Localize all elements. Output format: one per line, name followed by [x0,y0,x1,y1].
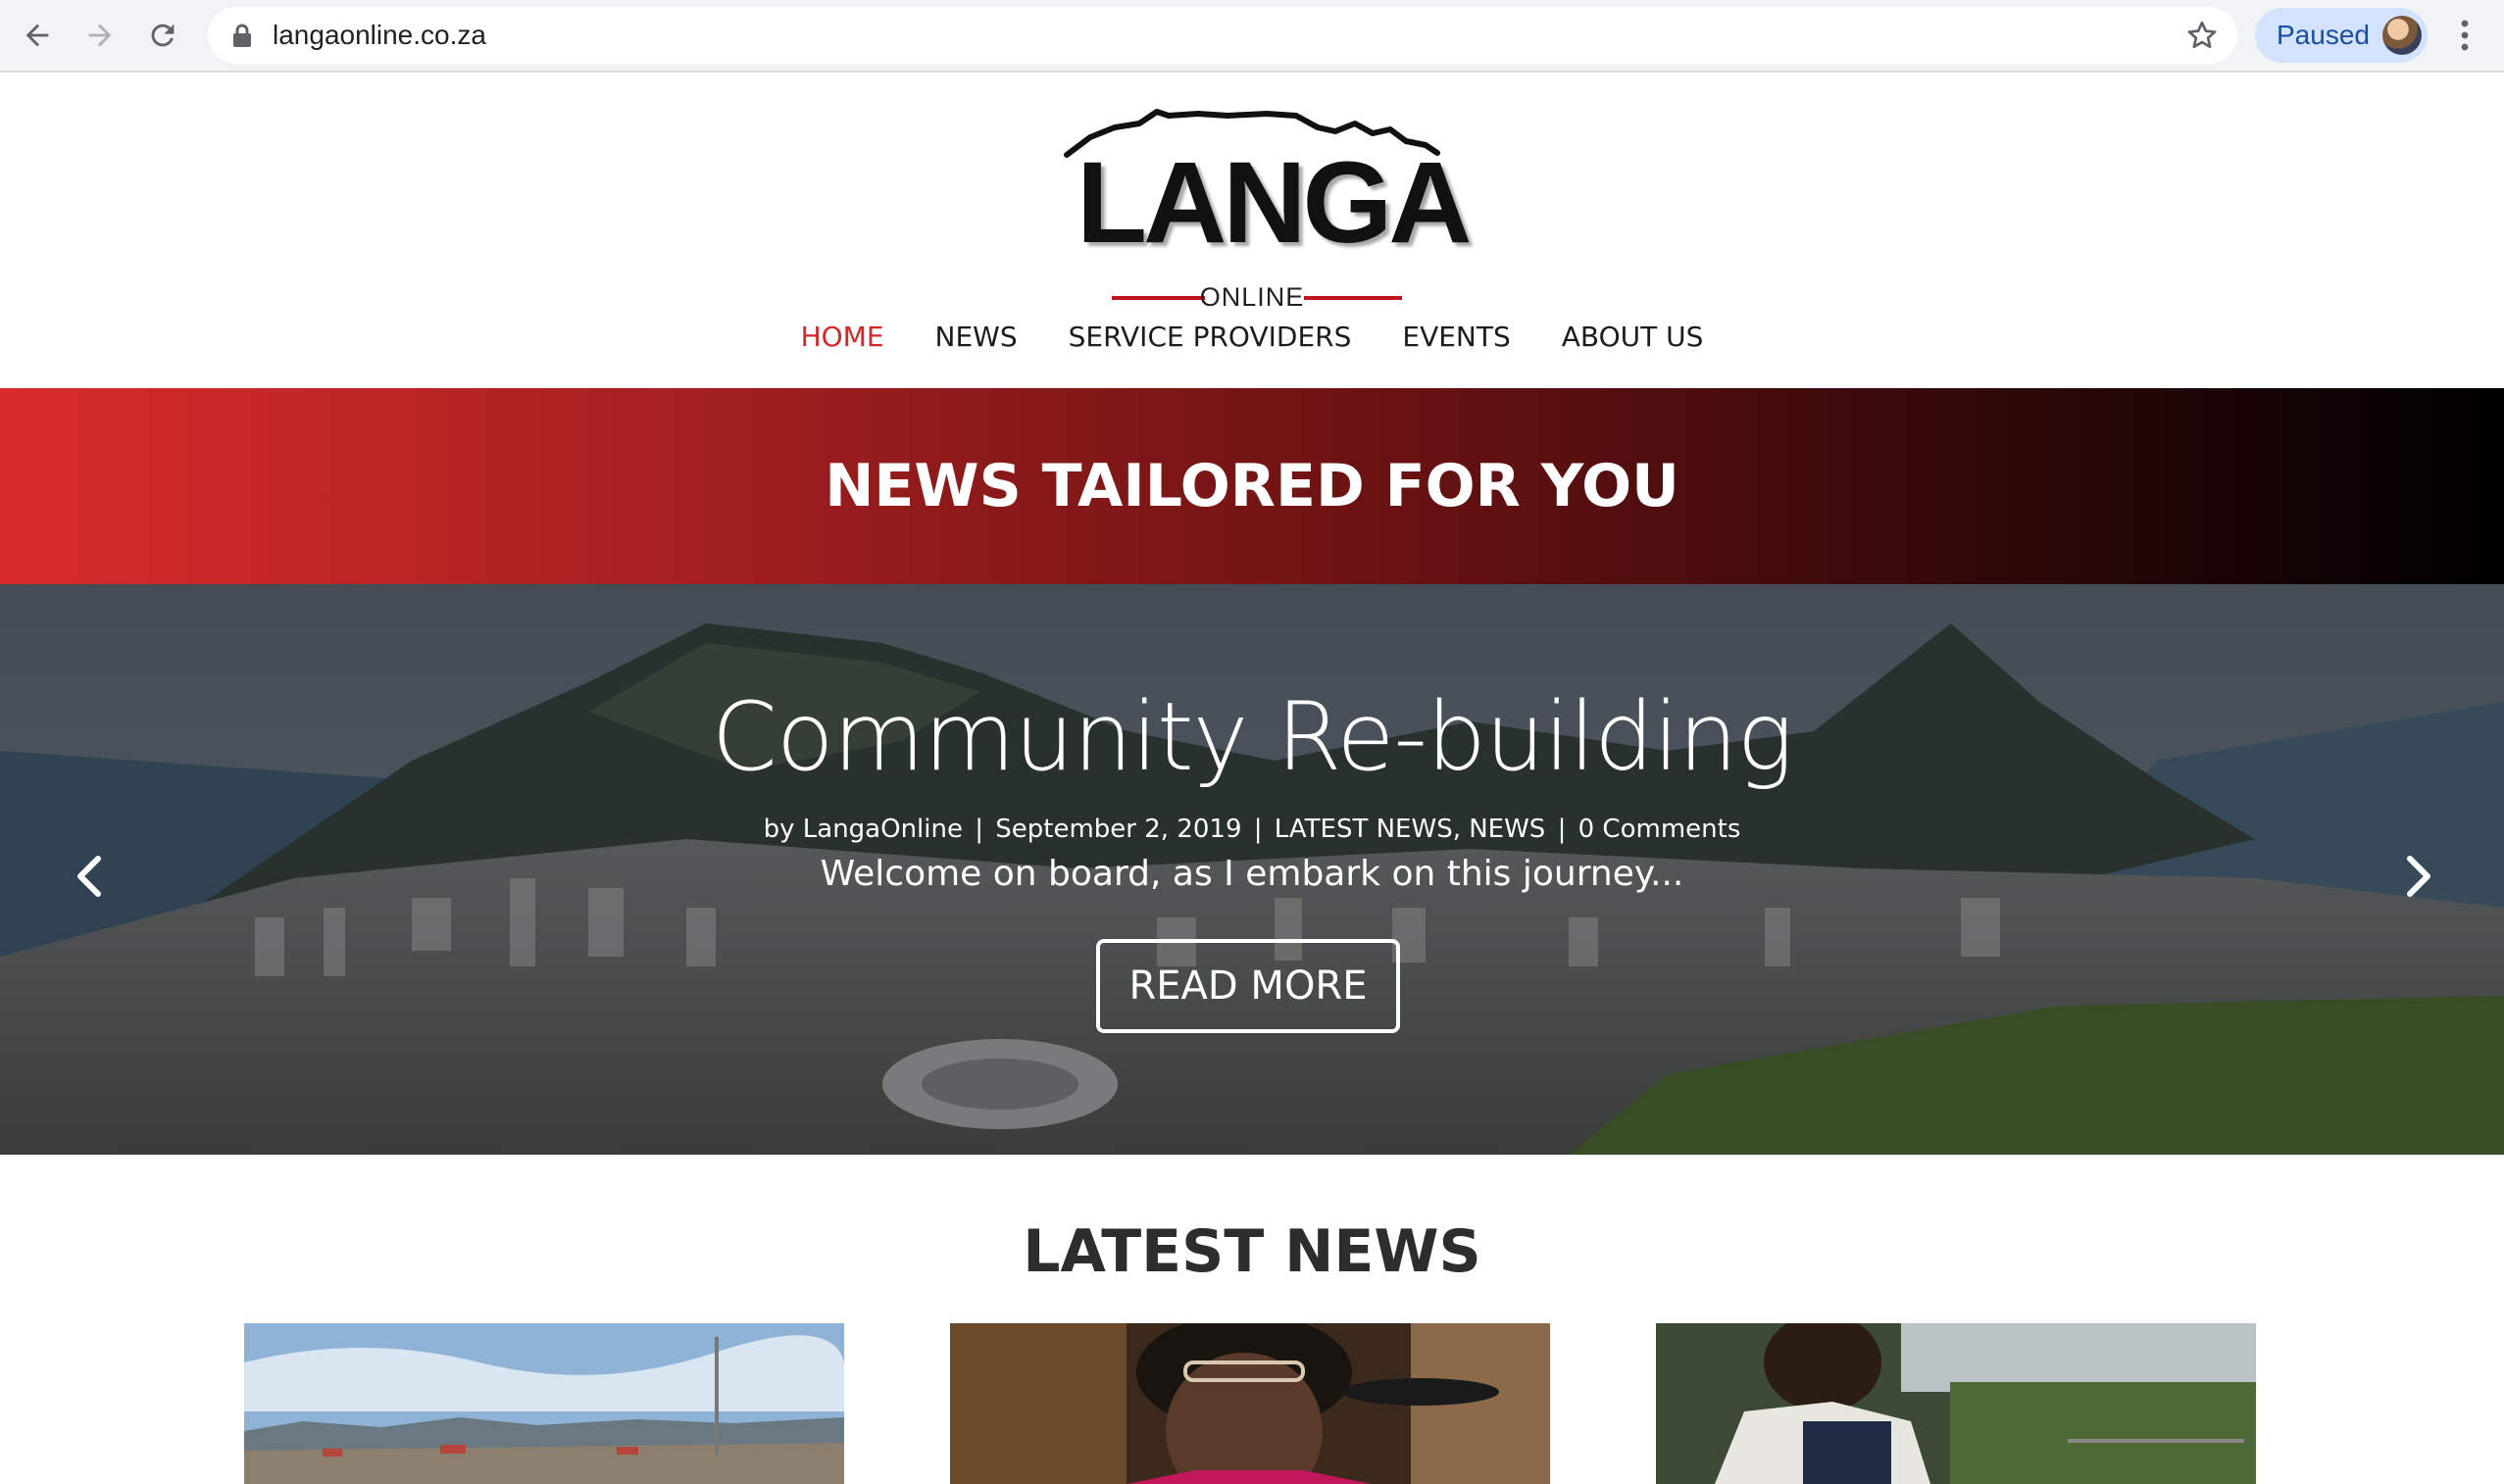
news-card-1[interactable] [244,1323,844,1484]
post-date: September 2, 2019 [995,815,1242,844]
meta-separator: | [1557,815,1567,844]
meta-separator: | [975,815,984,844]
nav-service-providers[interactable]: SERVICE PROVIDERS [1069,308,1352,367]
main-navigation: HOME NEWS SERVICE PROVIDERS EVENTS ABOUT… [0,308,2504,367]
address-bar[interactable]: langaonline.co.za [208,7,2237,64]
banner-title: NEWS TAILORED FOR YOU [825,452,1679,520]
read-more-button[interactable]: READ MORE [1096,939,1400,1033]
logo-wordmark: LANGA [1077,138,1473,268]
back-button[interactable] [14,12,61,59]
lock-icon [233,24,251,47]
nav-home[interactable]: HOME [801,308,884,367]
reload-icon [151,24,175,47]
back-arrow-icon [25,24,49,47]
post-title[interactable]: Community Re-building [0,678,2504,796]
star-icon[interactable] [2184,18,2220,53]
profile-status-label: Paused [2277,20,2370,50]
nav-news[interactable]: NEWS [935,308,1018,367]
meta-separator: | [1253,815,1263,844]
hero-slider: Community Re-building by LangaOnline | S… [0,584,2504,1155]
browser-toolbar: langaonline.co.za Paused [0,0,2504,73]
news-card-2[interactable] [950,1323,1550,1484]
nav-events[interactable]: EVENTS [1402,308,1510,367]
more-vert-icon[interactable] [2445,14,2484,57]
site-logo[interactable]: LANGA ONLINE [1061,98,1473,312]
forward-button[interactable] [76,12,124,59]
nav-about-us[interactable]: ABOUT US [1562,308,1704,367]
tagline-banner: NEWS TAILORED FOR YOU [0,388,2504,584]
news-thumbnail-garden [1656,1323,2256,1484]
post-author[interactable]: by LangaOnline [764,815,963,844]
news-thumbnail-township-sky [244,1323,844,1484]
latest-news-heading: LATEST NEWS [1023,1217,1481,1286]
forward-arrow-icon [88,24,112,47]
avatar [2382,16,2422,55]
post-meta: by LangaOnline | September 2, 2019 | LAT… [0,812,2504,847]
news-thumbnail-portrait [950,1323,1550,1484]
site-header: LANGA ONLINE HOME NEWS SERVICE PROVIDERS… [0,73,2504,388]
post-excerpt: Welcome on board, as I embark on this jo… [820,854,1684,894]
news-card-3[interactable] [1656,1323,2256,1484]
profile-chip[interactable]: Paused [2255,8,2428,63]
reload-button[interactable] [139,12,186,59]
post-comments-link[interactable]: 0 Comments [1578,815,1741,844]
url-text[interactable]: langaonline.co.za [273,17,486,54]
post-categories[interactable]: LATEST NEWS, NEWS [1275,815,1546,844]
